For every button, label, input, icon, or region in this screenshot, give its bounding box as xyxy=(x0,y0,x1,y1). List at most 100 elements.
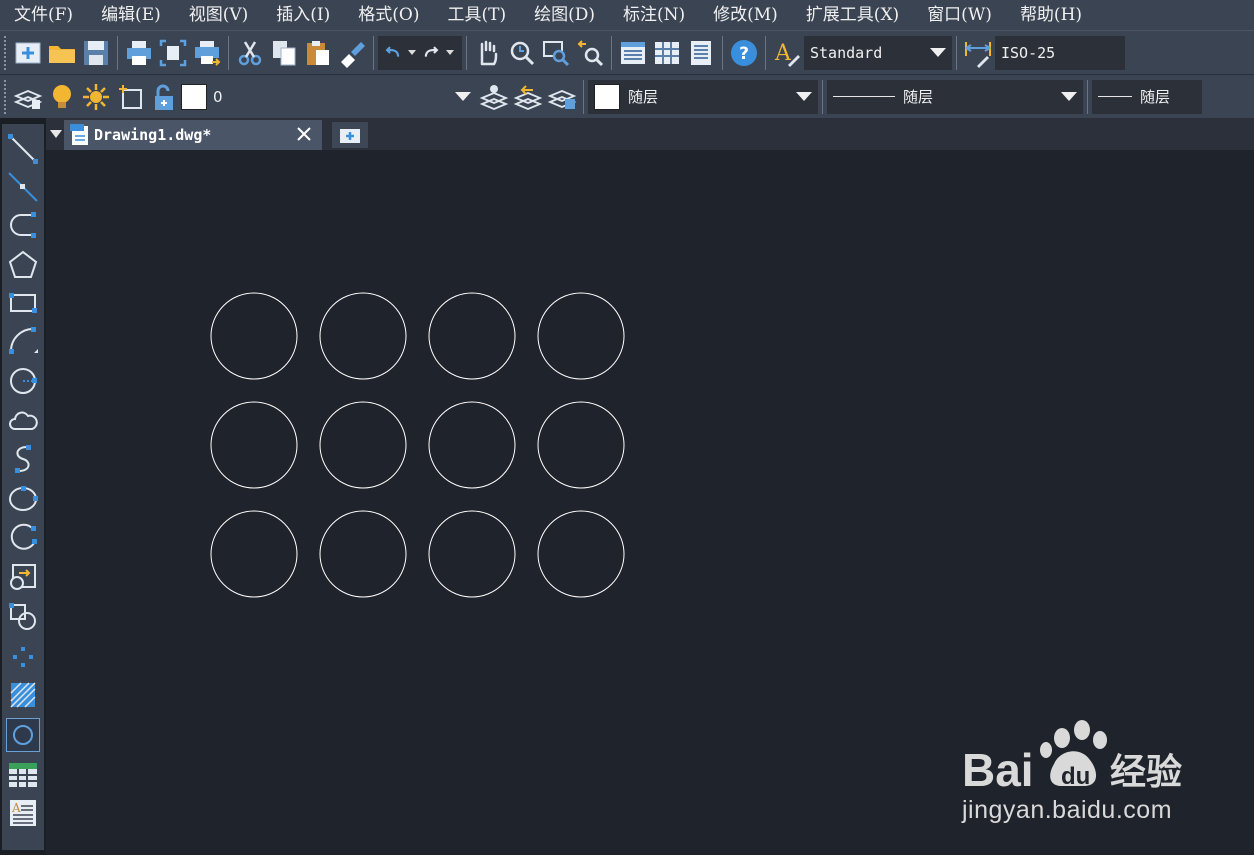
spline-tool[interactable] xyxy=(6,442,40,476)
help-button[interactable]: ? xyxy=(727,36,761,70)
lineweight-dropdown[interactable]: 随层 xyxy=(1092,79,1202,114)
menu-edit[interactable]: 编辑(E) xyxy=(87,0,175,30)
lineweight-value: 随层 xyxy=(1140,88,1171,106)
print-button[interactable] xyxy=(122,36,156,70)
tool-palettes-button[interactable] xyxy=(684,36,718,70)
color-dropdown[interactable]: 随层 xyxy=(588,79,818,114)
insert-block-tool[interactable] xyxy=(6,560,40,594)
tab-drawing1[interactable]: Drawing1.dwg* xyxy=(64,120,322,150)
revision-cloud-tool[interactable] xyxy=(6,404,40,438)
region-tool[interactable] xyxy=(6,718,40,752)
circle-entity[interactable] xyxy=(210,510,298,598)
zoom-window-button[interactable] xyxy=(539,36,573,70)
menu-dimension[interactable]: 标注(N) xyxy=(609,0,699,30)
save-icon xyxy=(84,40,108,65)
save-button[interactable] xyxy=(79,36,113,70)
redo-dropdown-icon[interactable] xyxy=(446,50,454,55)
close-icon[interactable] xyxy=(296,126,312,142)
redo-icon xyxy=(424,45,439,57)
line-tool[interactable] xyxy=(6,132,40,166)
toolbar-separator xyxy=(583,79,584,114)
text-style-button[interactable]: A xyxy=(770,36,804,70)
menu-draw[interactable]: 绘图(D) xyxy=(520,0,609,30)
cut-button[interactable] xyxy=(233,36,267,70)
standard-toolbar: ? A Standard ISO-25 xyxy=(0,30,1254,74)
circle-entity[interactable] xyxy=(319,510,407,598)
mtext-tool[interactable]: A xyxy=(6,796,40,830)
layer-freeze-toggle[interactable] xyxy=(79,80,113,114)
properties-button[interactable] xyxy=(616,36,650,70)
linetype-value: 随层 xyxy=(903,88,934,106)
point-tool[interactable] xyxy=(6,640,40,674)
new-tab-button[interactable] xyxy=(332,122,368,148)
circle-entity[interactable] xyxy=(428,401,516,489)
text-style-dropdown[interactable]: Standard xyxy=(804,35,952,70)
layers-toolbar: 0 随层 随层 随层 xyxy=(0,74,1254,118)
layer-on-toggle[interactable] xyxy=(45,80,79,114)
undo-button[interactable] xyxy=(382,36,404,70)
menu-file[interactable]: 文件(F) xyxy=(0,0,87,30)
polygon-tool[interactable] xyxy=(6,248,40,282)
undo-dropdown-icon[interactable] xyxy=(408,50,416,55)
circle-entity[interactable] xyxy=(428,292,516,380)
layer-lock-toggle[interactable] xyxy=(147,80,181,114)
layer-manager-button[interactable] xyxy=(11,80,45,114)
make-object-layer-current-button[interactable] xyxy=(477,80,511,114)
menu-view[interactable]: 视图(V) xyxy=(175,0,263,30)
dimension-style-icon xyxy=(965,41,991,68)
menu-insert[interactable]: 插入(I) xyxy=(262,0,344,30)
menu-help[interactable]: 帮助(H) xyxy=(1006,0,1096,30)
lightbulb-icon xyxy=(53,84,71,108)
menu-tools[interactable]: 工具(T) xyxy=(433,0,520,30)
layer-viewport-freeze-toggle[interactable] xyxy=(113,80,147,114)
circle-entity[interactable] xyxy=(428,510,516,598)
tab-list-dropdown-icon[interactable] xyxy=(50,130,62,138)
circle-entity[interactable] xyxy=(319,401,407,489)
menu-express-tools[interactable]: 扩展工具(X) xyxy=(792,0,913,30)
zoom-previous-button[interactable] xyxy=(573,36,607,70)
new-file-button[interactable] xyxy=(11,36,45,70)
menu-window[interactable]: 窗口(W) xyxy=(913,0,1006,30)
construction-line-tool[interactable] xyxy=(6,170,40,204)
layer-states-button[interactable] xyxy=(545,80,579,114)
layer-current-icon xyxy=(479,84,509,110)
pan-button[interactable] xyxy=(471,36,505,70)
design-center-button[interactable] xyxy=(650,36,684,70)
menu-modify[interactable]: 修改(M) xyxy=(699,0,792,30)
toolbar-grip[interactable] xyxy=(4,35,9,70)
circle-tool[interactable] xyxy=(6,364,40,398)
arc-icon xyxy=(9,327,38,354)
dimension-style-button[interactable] xyxy=(961,36,995,70)
menu-format[interactable]: 格式(O) xyxy=(344,0,433,30)
layer-color-swatch[interactable] xyxy=(181,83,207,110)
plot-button[interactable] xyxy=(190,36,224,70)
rectangle-tool[interactable] xyxy=(6,286,40,320)
match-properties-button[interactable] xyxy=(335,36,369,70)
circle-entity[interactable] xyxy=(537,510,625,598)
ellipse-tool[interactable] xyxy=(6,482,40,516)
table-tool[interactable] xyxy=(6,758,40,792)
layer-dropdown[interactable]: 0 xyxy=(207,79,477,114)
circle-entity[interactable] xyxy=(537,401,625,489)
linetype-dropdown[interactable]: 随层 xyxy=(827,79,1083,114)
redo-button[interactable] xyxy=(420,36,442,70)
ellipse-arc-tool[interactable] xyxy=(6,520,40,554)
insert-block-icon xyxy=(10,564,36,590)
toolbar-separator xyxy=(611,35,612,70)
paste-button[interactable] xyxy=(301,36,335,70)
hatch-tool[interactable] xyxy=(6,678,40,712)
open-file-button[interactable] xyxy=(45,36,79,70)
toolbar-grip[interactable] xyxy=(4,79,9,114)
copy-button[interactable] xyxy=(267,36,301,70)
circle-entity[interactable] xyxy=(319,292,407,380)
circle-entity[interactable] xyxy=(210,292,298,380)
make-block-tool[interactable] xyxy=(6,600,40,634)
circle-entity[interactable] xyxy=(210,401,298,489)
zoom-realtime-button[interactable] xyxy=(505,36,539,70)
dimension-style-dropdown[interactable]: ISO-25 xyxy=(995,35,1125,70)
circle-entity[interactable] xyxy=(537,292,625,380)
arc-tool[interactable] xyxy=(6,324,40,358)
print-preview-button[interactable] xyxy=(156,36,190,70)
layer-previous-button[interactable] xyxy=(511,80,545,114)
polyline-tool[interactable] xyxy=(6,208,40,242)
